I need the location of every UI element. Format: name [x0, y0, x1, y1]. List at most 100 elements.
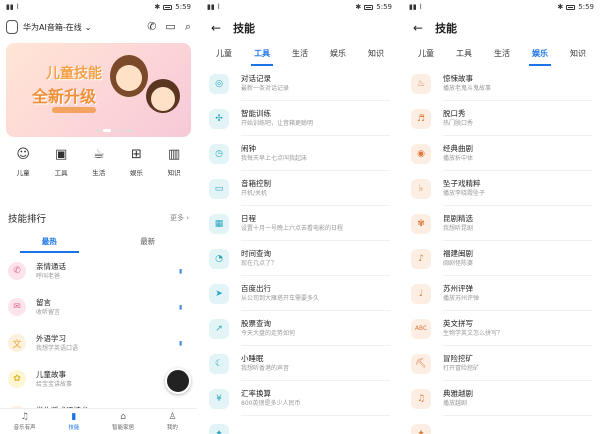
category-life[interactable]: ☕ 生活: [92, 147, 105, 199]
tab-tools[interactable]: 工具: [243, 42, 281, 66]
speaker-icon: [6, 20, 18, 34]
skill-item[interactable]: ✦: [403, 416, 600, 434]
clock: 5:59: [175, 3, 191, 11]
bluetooth-icon: ✱: [557, 3, 564, 11]
skill-item[interactable]: ♫ 典雅越剧 播放越剧: [403, 381, 600, 416]
category-tools[interactable]: ▣ 工具: [55, 147, 68, 199]
skill-item[interactable]: ✾ 昆剧精选 我想听昆剧: [403, 206, 600, 241]
chevron-down-icon[interactable]: ⌄: [85, 23, 92, 32]
skill-desc: 生物学英文怎么拼写？: [443, 330, 504, 337]
tab-entertainment[interactable]: 娱乐: [319, 42, 357, 66]
tools-skill-list: ◎ 对话记录 最新一条对话记录 ✣ 智能训练 开始训练吧，让音箱更聪明 ◷ 闹钟 我每天早上七点…: [201, 66, 398, 434]
gamepad-icon: ⊞: [131, 147, 142, 162]
skill-item[interactable]: ▦ 日程 设置十月一号晚上六点去看电影的日程: [201, 206, 398, 241]
tab-entertainment[interactable]: 娱乐: [521, 42, 559, 66]
skill-icon: ✦: [209, 423, 229, 434]
skill-item[interactable]: ☾ 小睡眠 我想听香港的声音: [201, 346, 398, 381]
category-tabs: 儿童 工具 生活 娱乐 知识: [403, 42, 600, 66]
tab-children[interactable]: 儿童: [205, 42, 243, 66]
skill-text: 苏州评弹 播放苏州评弹: [443, 276, 592, 311]
skill-item[interactable]: ✉ 留言 收听留言 ▮: [0, 289, 197, 325]
music-note-icon: ♫: [20, 412, 29, 422]
skill-item[interactable]: ➤ 百度出行 从公司到大雁塔开车需要多久: [201, 276, 398, 311]
skill-item[interactable]: ◔ 时间查询 现在几点了？: [201, 241, 398, 276]
message-icon[interactable]: ▭: [165, 20, 175, 34]
skill-desc: 热门脱口秀: [443, 120, 474, 127]
skill-item[interactable]: ¥ 汇率换算 800英镑是多少人民币: [201, 381, 398, 416]
skill-text: 日程 设置十月一号晚上六点去看电影的日程: [241, 206, 390, 241]
skill-item[interactable]: ♨ 惊悚故事 播放老鬼斗鬼故事: [403, 66, 600, 101]
skill-desc: 现在几点了？: [241, 260, 278, 267]
skill-item[interactable]: ▭ 音箱控制 开机/关机: [201, 171, 398, 206]
girl-face: [116, 65, 142, 91]
skill-item[interactable]: ✆ 亲情通话 呼叫老爸 ▮: [0, 253, 197, 289]
more-link[interactable]: 更多 ›: [170, 213, 189, 223]
skill-icon: ♫: [411, 388, 431, 409]
tab-life[interactable]: 生活: [483, 42, 521, 66]
skill-text: 闹钟 我每天早上七点叫我起床: [241, 136, 390, 171]
skill-name: 外语学习: [36, 333, 66, 343]
skill-text: 百度出行 从公司到大雁塔开车需要多久: [241, 276, 390, 311]
back-arrow-icon[interactable]: ←: [413, 21, 423, 35]
skill-name: 惊悚故事: [443, 74, 473, 83]
skill-icon: ◉: [411, 143, 431, 164]
tab-newest[interactable]: 最新: [99, 231, 198, 253]
skill-desc: 开机/关机: [241, 190, 268, 197]
tab-hottest[interactable]: 最热: [0, 231, 99, 253]
banner-line1: 儿童技能: [46, 66, 102, 82]
skill-item[interactable]: ⛏ 冒险挖矿 打开冒险挖矿: [403, 346, 600, 381]
nav-me[interactable]: ♙ 我的: [148, 409, 197, 434]
toolbox-icon: ▣: [54, 147, 68, 162]
speaker-badge-icon: ▮: [179, 339, 183, 347]
skill-name: 典雅越剧: [443, 389, 473, 398]
skill-name: 股票查询: [241, 319, 271, 328]
skill-item[interactable]: ABC 英文拼写 生物学英文怎么拼写？: [403, 311, 600, 346]
nav-smart-home[interactable]: ⌂ 智能家居: [99, 409, 148, 434]
tab-knowledge[interactable]: 知识: [559, 42, 597, 66]
nav-skills[interactable]: ▮ 技能: [49, 409, 98, 434]
skills-icon: ▮: [71, 412, 77, 422]
skill-icon: ↗: [209, 318, 229, 339]
page-header: ← 技能: [403, 14, 600, 42]
back-arrow-icon[interactable]: ←: [211, 21, 221, 35]
tab-children[interactable]: 儿童: [407, 42, 445, 66]
skill-item[interactable]: ↗ 股票查询 今天大盘的走势如何: [201, 311, 398, 346]
skill-icon: ☾: [209, 353, 229, 374]
skill-list: ✆ 亲情通话 呼叫老爸 ▮ ✉ 留言 收听留言 ▮ 文外语学习 我想学英语口语 ▮ ✿ 儿童故事 给宝宝讲…: [0, 253, 197, 433]
skill-item[interactable]: ♭ 坠子戏精粹 播放李晓霞坠子: [403, 171, 600, 206]
skill-desc: 我想听香港的声音: [241, 365, 290, 372]
skill-item[interactable]: ◷ 闹钟 我每天早上七点叫我起床: [201, 136, 398, 171]
ranking-header: 技能排行 更多 ›: [0, 199, 197, 225]
skill-item[interactable]: ✣ 智能训练 开始训练吧，让音箱更聪明: [201, 101, 398, 136]
device-name[interactable]: 华为AI音箱-在线: [23, 22, 82, 33]
bottom-nav: ♫ 音乐有声 ▮ 技能 ⌂ 智能家居 ♙ 我的: [0, 408, 197, 434]
category-entertainment[interactable]: ⊞ 娱乐: [130, 147, 143, 199]
page-header: ← 技能: [201, 14, 398, 42]
skill-item[interactable]: ✦: [201, 416, 398, 434]
assistant-avatar-button[interactable]: [165, 368, 191, 394]
skill-item[interactable]: ♩ 苏州评弹 播放苏州评弹: [403, 276, 600, 311]
skill-text: 时间查询 现在几点了？: [241, 241, 390, 276]
skill-item[interactable]: ♬ 脱口秀 热门脱口秀: [403, 101, 600, 136]
search-icon[interactable]: ⌕: [185, 20, 191, 34]
tab-knowledge[interactable]: 知识: [357, 42, 395, 66]
tab-life[interactable]: 生活: [281, 42, 319, 66]
phone-icon[interactable]: ✆: [147, 20, 156, 34]
page-title: 技能: [435, 22, 458, 35]
tab-tools[interactable]: 工具: [445, 42, 483, 66]
category-children[interactable]: ☺ 儿童: [16, 147, 30, 199]
skill-name: 亲情通话: [36, 261, 66, 271]
skill-item[interactable]: 文外语学习 我想学英语口语 ▮: [0, 325, 197, 361]
skill-name: 昆剧精选: [443, 214, 473, 223]
skill-text: 昆剧精选 我想听昆剧: [443, 206, 592, 241]
promo-banner[interactable]: 儿童技能 全新升级: [6, 43, 191, 137]
skill-icon: ◎: [209, 73, 229, 94]
battery-icon: [163, 4, 173, 10]
bluetooth-icon: ✱: [154, 3, 161, 11]
skill-item[interactable]: ◉ 经典曲剧 播放析中体: [403, 136, 600, 171]
category-knowledge[interactable]: ▥ 知识: [168, 147, 181, 199]
skill-item[interactable]: ◎ 对话记录 最新一条对话记录: [201, 66, 398, 101]
skill-item[interactable]: ♪ 福建闽剧 闽剧怪陈婆: [403, 241, 600, 276]
nav-music[interactable]: ♫ 音乐有声: [0, 409, 49, 434]
skill-text: [241, 416, 390, 434]
